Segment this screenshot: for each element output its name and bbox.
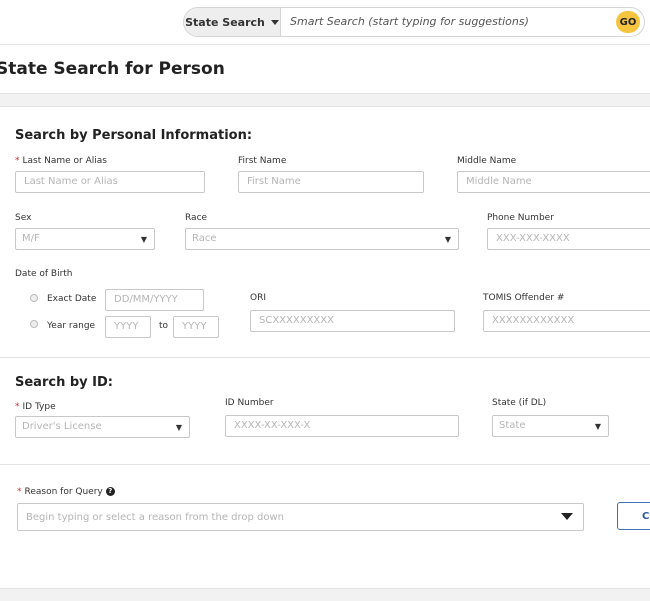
id-type-select[interactable]: Driver's License ▼ [15,416,190,438]
race-select-value: Race [192,233,217,244]
help-icon[interactable]: ? [105,487,115,496]
section-divider [0,357,650,358]
middle-name-label: Middle Name [457,156,517,166]
action-button[interactable]: C [617,502,650,530]
phone-label: Phone Number [487,213,554,223]
exact-date-radio[interactable] [30,294,38,302]
required-marker: * [15,156,20,166]
smart-search-bar: State Search Smart Search (start typing … [183,7,645,37]
chevron-down-icon [270,19,279,25]
first-name-label: First Name [238,156,287,166]
reason-placeholder: Begin typing or select a reason from the… [26,512,285,523]
year-range-label: Year range [47,321,96,331]
dob-label: Date of Birth [15,269,73,279]
reason-label-text: Reason for Query [24,487,103,497]
first-name-input[interactable]: First Name [238,171,424,193]
id-number-input[interactable]: XXXX-XX-XXX-X [225,415,459,437]
phone-input[interactable]: XXX-XXX-XXXX [487,228,650,250]
race-select[interactable]: Race ▼ [185,228,459,250]
sex-select[interactable]: M/F ▼ [15,228,155,250]
year-to-input[interactable]: YYYY [173,316,219,338]
caret-down-icon [561,513,573,520]
search-scope-dropdown[interactable]: State Search [184,8,281,36]
header-divider-band [0,93,650,107]
id-section-title: Search by ID: [15,375,113,390]
last-name-label: * Last Name or Alias [15,156,107,166]
id-type-select-value: Driver's License [22,421,102,432]
smart-search-input[interactable]: Smart Search (start typing for suggestio… [290,15,529,28]
year-range-to-label: to [159,321,169,331]
last-name-label-text: Last Name or Alias [22,156,107,166]
ori-input[interactable]: SCXXXXXXXXX [250,310,455,332]
search-scope-label: State Search [185,15,265,29]
go-button[interactable]: GO [616,11,640,33]
chevron-down-icon: ▼ [140,235,147,244]
tomis-label: TOMIS Offender # [483,293,565,303]
year-range-radio[interactable] [30,320,38,328]
exact-date-input[interactable]: DD/MM/YYYY [105,289,204,311]
race-label: Race [185,213,208,223]
chevron-down-icon: ▼ [175,423,182,432]
personal-info-section-title: Search by Personal Information: [15,128,253,143]
section-divider [0,464,650,465]
sex-select-value: M/F [22,233,40,244]
id-type-label: * ID Type [15,402,56,412]
id-number-label: ID Number [225,398,274,408]
tomis-input[interactable]: XXXXXXXXXXXX [483,310,650,332]
year-from-input[interactable]: YYYY [105,316,151,338]
state-select-value: State [499,420,526,431]
state-label: State (if DL) [492,398,547,408]
required-marker: * [17,487,22,497]
exact-date-label: Exact Date [47,294,97,304]
required-marker: * [15,402,20,412]
chevron-down-icon: ▼ [444,235,451,244]
top-bar: State Search Smart Search (start typing … [0,0,650,45]
middle-name-input[interactable]: Middle Name [457,171,650,193]
reason-combobox[interactable]: Begin typing or select a reason from the… [17,503,584,531]
page-title: State Search for Person [0,59,225,79]
reason-label: * Reason for Query? [17,487,115,497]
id-type-label-text: ID Type [22,402,56,412]
chevron-down-icon: ▼ [594,422,601,431]
footer-band [0,588,650,601]
sex-label: Sex [15,213,32,223]
ori-label: ORI [250,293,266,303]
state-select[interactable]: State ▼ [492,415,609,437]
last-name-input[interactable]: Last Name or Alias [15,171,205,193]
